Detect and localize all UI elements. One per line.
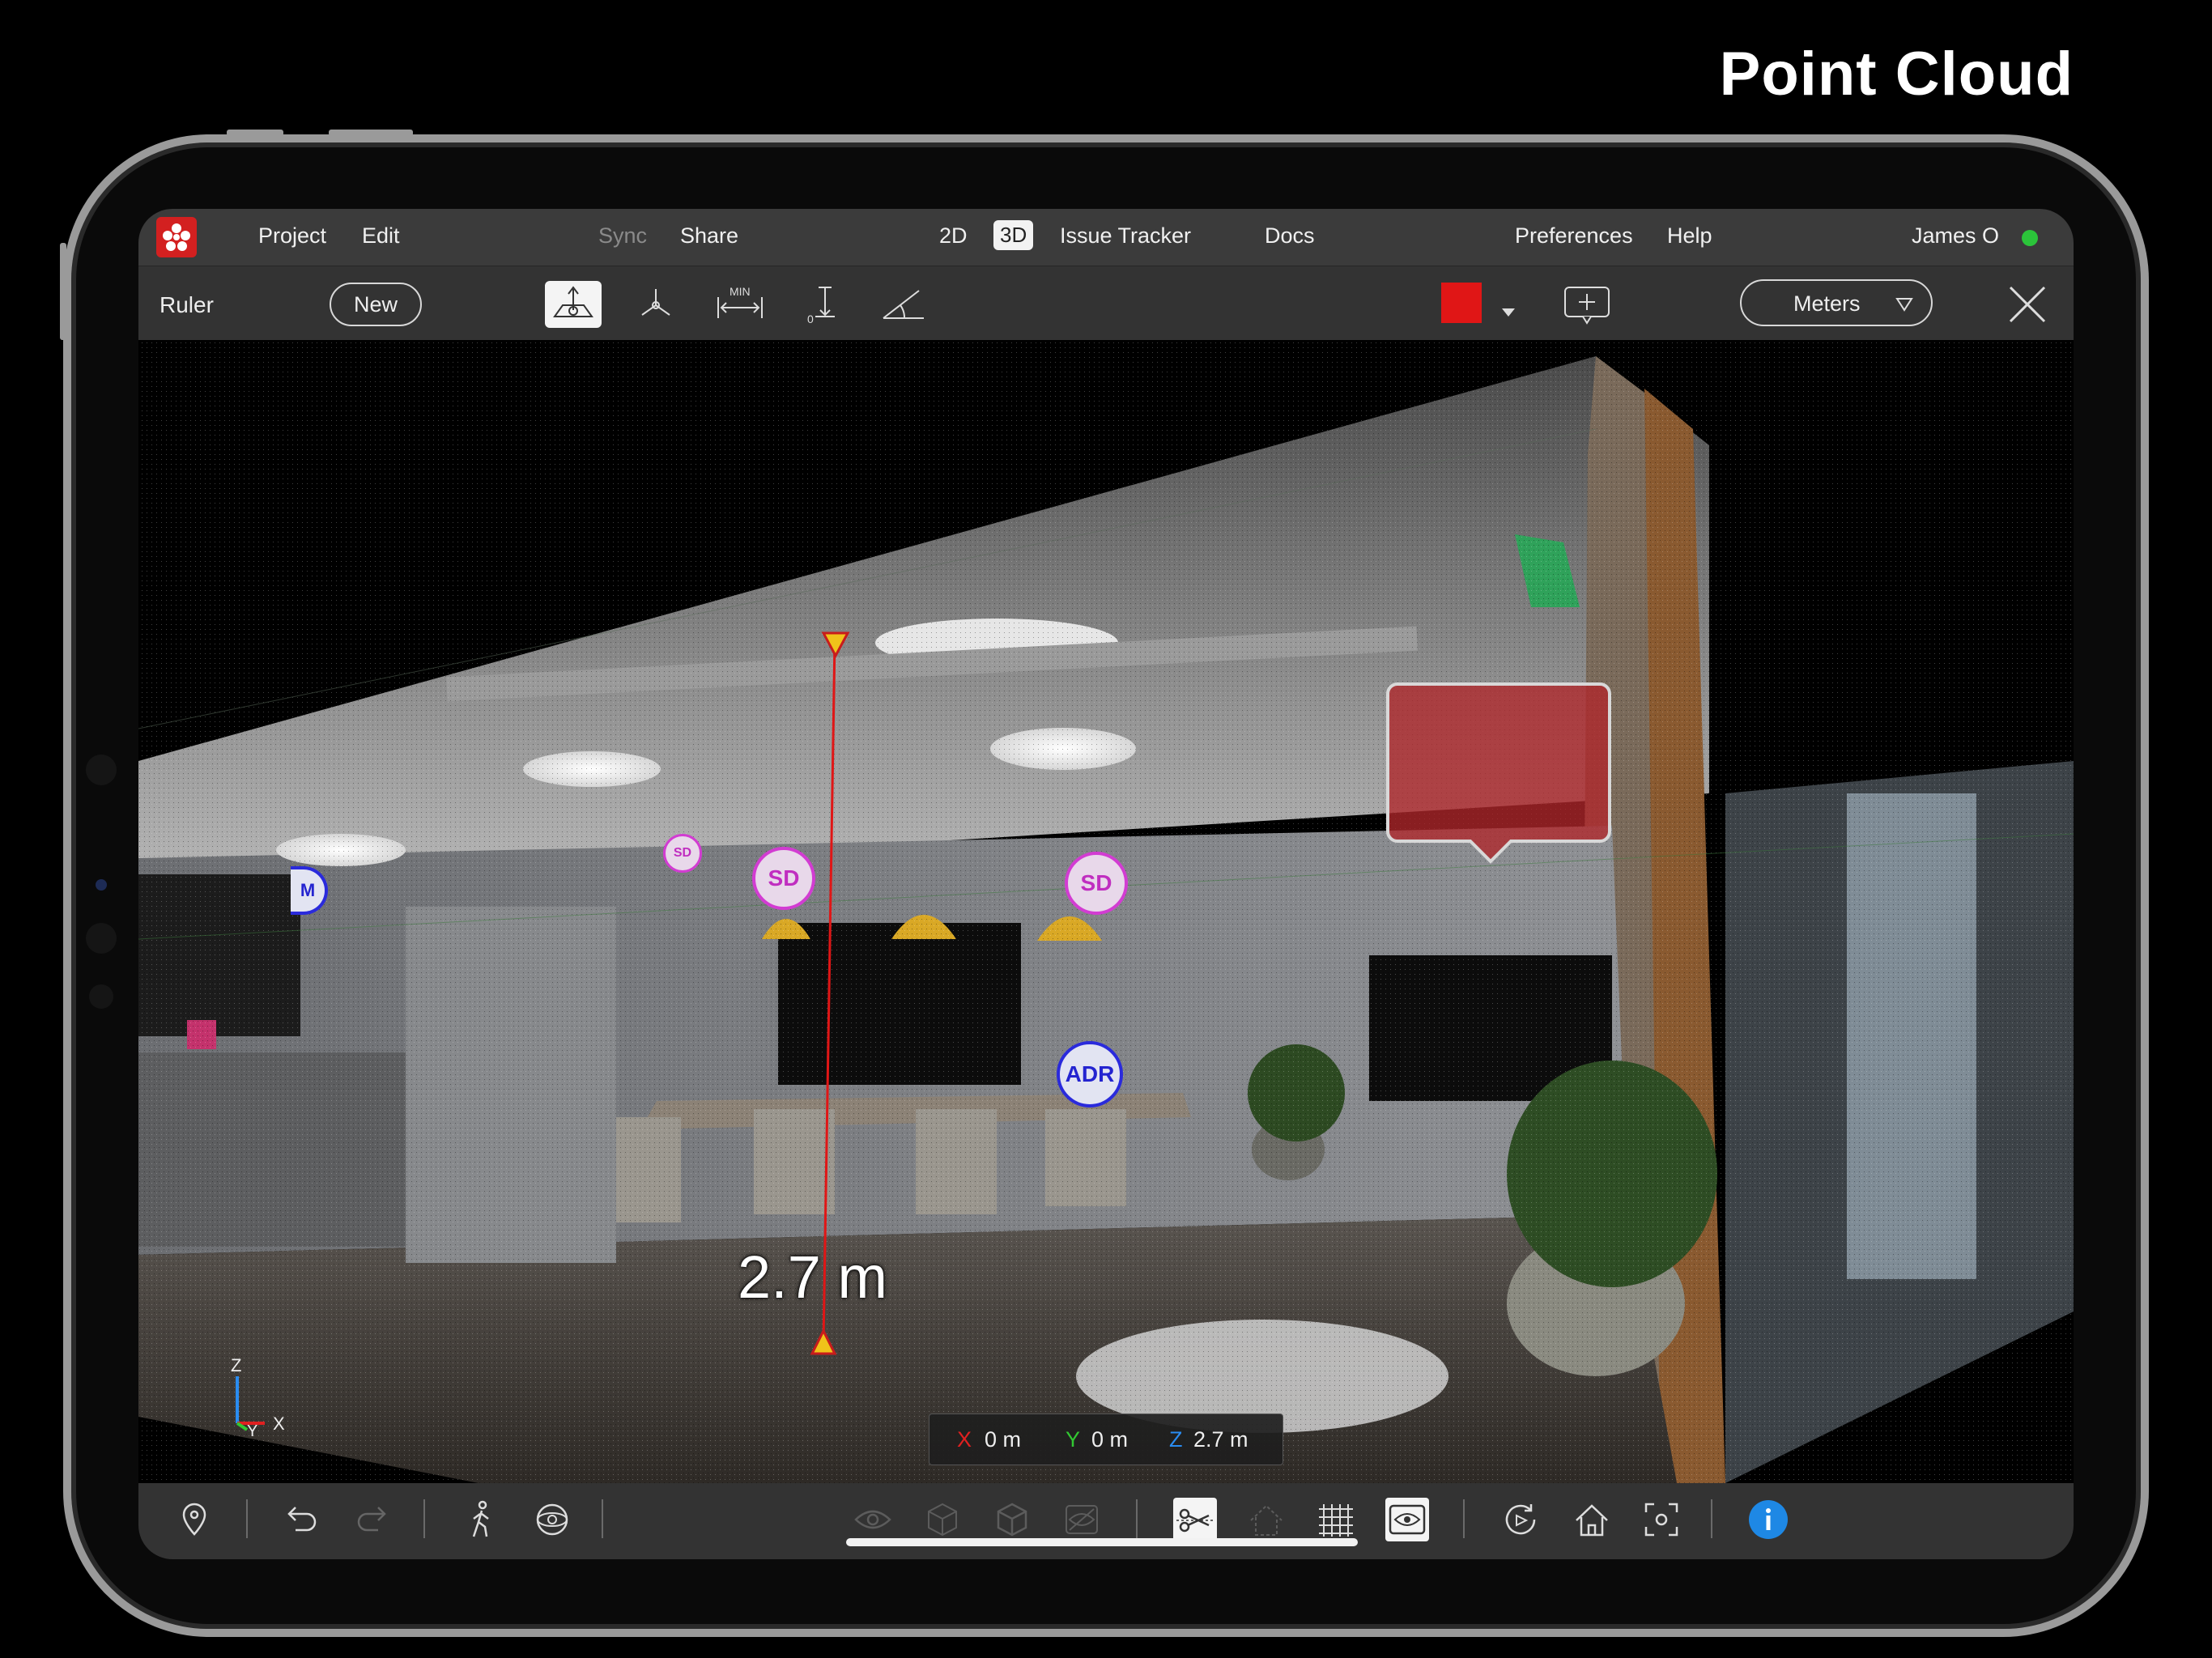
sensor-dot	[89, 984, 113, 1009]
menu-preferences[interactable]: Preferences	[1515, 223, 1633, 249]
min-distance-tool-icon[interactable]: MIN	[712, 281, 768, 328]
separator	[1463, 1499, 1465, 1538]
menu-bar: Project Edit Sync Share 2D 3D Issue Trac…	[138, 209, 2074, 266]
height-tool-icon[interactable]: 0	[794, 281, 851, 328]
view-eye-icon[interactable]	[1385, 1498, 1429, 1541]
redo-icon[interactable]	[351, 1498, 394, 1541]
coord-x-label: X	[957, 1427, 972, 1452]
add-comment-icon[interactable]	[1559, 281, 1615, 328]
point-cloud-viewport[interactable]: SD SD SD ADR M 2.7 m X 0 m Y 0 m Z 2.7 m…	[138, 340, 2074, 1483]
svg-text:MIN: MIN	[730, 285, 751, 298]
coord-y-label: Y	[1066, 1427, 1081, 1452]
chevron-down-icon[interactable]	[1502, 308, 1515, 317]
app-logo-icon[interactable]	[156, 217, 197, 257]
page-caption: Point Cloud	[1719, 40, 2074, 108]
ruler-toolbar: Ruler New MIN 0 Meters	[138, 266, 2074, 342]
close-icon[interactable]	[1999, 281, 2056, 328]
section-cut-icon[interactable]	[1173, 1498, 1217, 1541]
house-edit-icon[interactable]	[1244, 1498, 1288, 1541]
box-outline-icon[interactable]	[921, 1498, 964, 1541]
separator	[1711, 1499, 1712, 1538]
coord-x-value: 0 m	[985, 1427, 1022, 1452]
walk-mode-icon[interactable]	[459, 1498, 503, 1541]
chevron-down-icon	[1895, 298, 1913, 312]
menu-issue-tracker[interactable]: Issue Tracker	[1060, 223, 1191, 249]
visibility-eye-icon[interactable]	[851, 1498, 895, 1541]
online-status-icon	[2022, 230, 2038, 246]
separator	[1136, 1499, 1138, 1538]
sd-marker[interactable]: SD	[752, 847, 815, 910]
coord-z-value: 2.7 m	[1193, 1427, 1249, 1452]
sd-marker-small[interactable]: SD	[663, 834, 702, 873]
menu-docs[interactable]: Docs	[1265, 223, 1315, 249]
separator	[246, 1499, 248, 1538]
front-camera	[86, 755, 117, 785]
menu-help[interactable]: Help	[1667, 223, 1712, 249]
angle-tool-icon[interactable]	[875, 281, 932, 328]
color-swatch[interactable]	[1441, 283, 1482, 323]
sd-marker[interactable]: SD	[1065, 852, 1128, 915]
home-icon[interactable]	[1570, 1498, 1614, 1541]
view-2d-toggle[interactable]: 2D	[939, 223, 968, 249]
focus-frame-icon[interactable]	[1640, 1498, 1683, 1541]
units-value: Meters	[1793, 291, 1861, 316]
separator	[423, 1499, 425, 1538]
app-screen: Project Edit Sync Share 2D 3D Issue Trac…	[138, 209, 2074, 1559]
new-button[interactable]: New	[330, 283, 422, 326]
coord-y-value: 0 m	[1091, 1427, 1129, 1452]
axis-x-label: X	[273, 1414, 285, 1434]
point-axes-tool-icon[interactable]	[627, 281, 684, 328]
user-name[interactable]: James O	[1912, 223, 1999, 249]
reset-view-icon[interactable]	[1499, 1498, 1542, 1541]
ruler-plane-tool-icon[interactable]	[545, 281, 602, 328]
svg-text:0: 0	[807, 312, 814, 325]
box-solid-icon[interactable]	[990, 1498, 1034, 1541]
axis-gizmo: Z Y X	[219, 1352, 317, 1445]
undo-icon[interactable]	[279, 1498, 323, 1541]
bottom-toolbar	[138, 1483, 2074, 1559]
axis-y-label: Y	[247, 1422, 257, 1440]
adr-marker[interactable]: ADR	[1057, 1041, 1123, 1107]
grid-icon[interactable]	[1314, 1498, 1358, 1541]
orbit-mode-icon[interactable]	[530, 1498, 574, 1541]
sensor-dot	[86, 923, 117, 954]
menu-share[interactable]: Share	[680, 223, 738, 249]
measurement-label: 2.7 m	[738, 1244, 888, 1311]
coordinate-readout: X 0 m Y 0 m Z 2.7 m	[929, 1414, 1283, 1465]
separator	[602, 1499, 603, 1538]
view-3d-toggle[interactable]: 3D	[993, 220, 1034, 250]
home-indicator[interactable]	[846, 1538, 1358, 1546]
coord-z-label: Z	[1169, 1427, 1183, 1452]
axis-z-label: Z	[231, 1355, 241, 1375]
menu-sync[interactable]: Sync	[598, 223, 647, 249]
hide-eye-icon[interactable]	[1060, 1498, 1104, 1541]
menu-project[interactable]: Project	[258, 223, 326, 249]
info-icon[interactable]	[1746, 1498, 1790, 1541]
menu-edit[interactable]: Edit	[362, 223, 400, 249]
tool-mode-label: Ruler	[160, 292, 214, 317]
location-pin-icon[interactable]	[172, 1498, 216, 1541]
sensor-dot	[96, 879, 107, 891]
units-select[interactable]: Meters	[1740, 279, 1933, 326]
